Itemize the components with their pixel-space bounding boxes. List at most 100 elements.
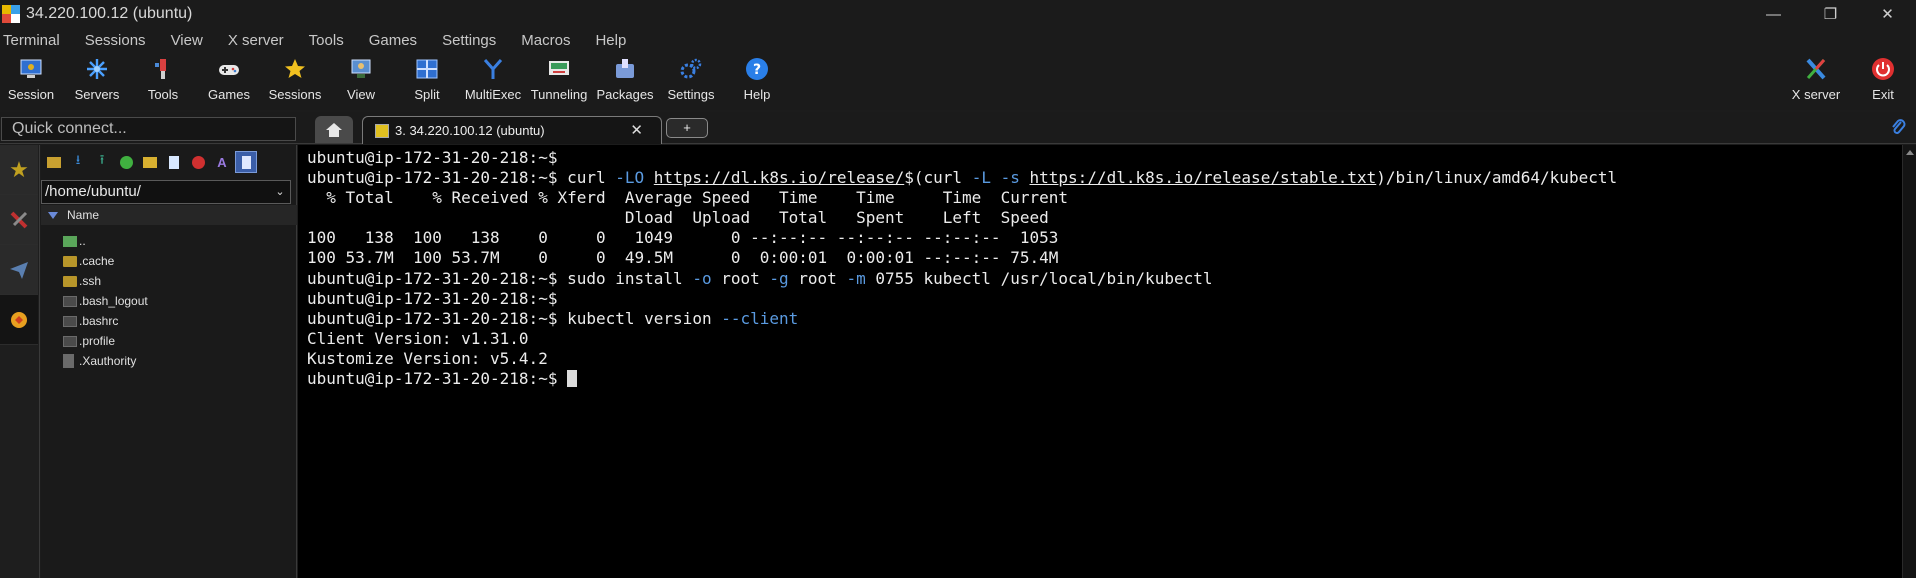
command-option: -s bbox=[1000, 168, 1020, 188]
command-option: -L bbox=[971, 168, 991, 188]
tools-button[interactable]: Tools bbox=[130, 56, 196, 102]
home-tab[interactable] bbox=[315, 116, 353, 143]
delete-button[interactable] bbox=[187, 151, 209, 173]
command-text: )/bin/linux/amd64/kubectl bbox=[1376, 168, 1618, 188]
games-icon bbox=[216, 56, 242, 82]
sessions-button[interactable]: Sessions bbox=[262, 56, 328, 102]
list-item[interactable]: .profile bbox=[41, 331, 297, 351]
menu-help[interactable]: Help bbox=[592, 32, 636, 49]
file-name: .bashrc bbox=[79, 314, 119, 328]
tunneling-label: Tunneling bbox=[530, 87, 588, 102]
split-button[interactable]: Split bbox=[394, 56, 460, 102]
games-button[interactable]: Games bbox=[196, 56, 262, 102]
shell-prompt: ubuntu@ip-172-31-20-218:~$ bbox=[307, 288, 558, 308]
output-text: Client Version: v1.31.0 bbox=[307, 328, 529, 348]
split-icon bbox=[414, 56, 440, 82]
menu-settings[interactable]: Settings bbox=[439, 32, 506, 49]
sftp-browser: ⭳ ⭱ A /home/ubuntu/ ⌄ Name .. .cache .ss… bbox=[41, 145, 297, 578]
command-text: root bbox=[788, 268, 847, 288]
minimize-button[interactable]: — bbox=[1745, 0, 1802, 28]
sftp-sidebar-tab[interactable] bbox=[0, 295, 38, 345]
command-url[interactable]: https://dl.k8s.io/release/stable.txt bbox=[1030, 168, 1377, 187]
multiexec-button[interactable]: MultiExec bbox=[460, 56, 526, 102]
name-column-header[interactable]: Name bbox=[41, 205, 297, 225]
list-item[interactable]: .bash_logout bbox=[41, 291, 297, 311]
help-button[interactable]: ? Help bbox=[724, 56, 790, 102]
terminal-line: Client Version: v1.31.0 bbox=[307, 329, 1902, 349]
packages-label: Packages bbox=[596, 87, 654, 102]
macros-sidebar-tab[interactable] bbox=[0, 245, 38, 295]
menu-macros[interactable]: Macros bbox=[518, 32, 580, 49]
list-item[interactable]: .Xauthority bbox=[41, 351, 297, 371]
exit-button[interactable]: Exit bbox=[1850, 56, 1916, 102]
path-field[interactable]: /home/ubuntu/ ⌄ bbox=[41, 180, 291, 204]
terminal-scrollbar[interactable] bbox=[1902, 145, 1916, 578]
new-folder-icon bbox=[143, 156, 157, 168]
follow-terminal-button[interactable] bbox=[235, 151, 257, 173]
view-button[interactable]: View bbox=[328, 56, 394, 102]
session-tab-label: 3. 34.220.100.12 (ubuntu) bbox=[395, 123, 545, 138]
chevron-down-icon[interactable]: ⌄ bbox=[272, 183, 288, 201]
rename-button[interactable]: A bbox=[211, 151, 233, 173]
output-text: 100 53.7M 100 53.7M 0 0 49.5M 0 0:00:01 … bbox=[307, 248, 1059, 268]
window-controls: — ❐ ✕ bbox=[1745, 0, 1916, 28]
upload-icon: ⭱ bbox=[99, 152, 105, 167]
restore-button[interactable]: ❐ bbox=[1802, 0, 1859, 28]
attachment-icon[interactable] bbox=[1890, 118, 1906, 141]
terminal-line: ubuntu@ip-172-31-20-218:~$ bbox=[307, 148, 1902, 168]
command-text bbox=[991, 168, 1001, 187]
list-item[interactable]: .. bbox=[41, 231, 297, 251]
terminal-line: ubuntu@ip-172-31-20-218:~$ bbox=[307, 289, 1902, 309]
session-button[interactable]: Session bbox=[0, 56, 64, 102]
file-icon bbox=[63, 335, 77, 347]
quick-connect-input[interactable]: Quick connect... bbox=[1, 117, 296, 141]
folder-icon bbox=[63, 275, 77, 287]
mobaxterm-logo-icon bbox=[2, 5, 20, 23]
menu-view[interactable]: View bbox=[168, 32, 213, 49]
folder-up-icon bbox=[47, 156, 61, 168]
exit-label: Exit bbox=[1872, 87, 1894, 102]
new-folder-button[interactable] bbox=[139, 151, 161, 173]
parent-folder-button[interactable] bbox=[43, 151, 65, 173]
file-name: .Xauthority bbox=[79, 354, 137, 368]
output-text: 100 138 100 138 0 0 1049 0 --:--:-- --:-… bbox=[307, 228, 1059, 248]
new-file-button[interactable] bbox=[163, 151, 185, 173]
tools-sidebar-tab[interactable] bbox=[0, 195, 38, 245]
download-button[interactable]: ⭳ bbox=[67, 151, 89, 173]
menu-x-server[interactable]: X server bbox=[225, 32, 294, 49]
shell-prompt: ubuntu@ip-172-31-20-218:~$ bbox=[307, 168, 558, 188]
star-icon bbox=[282, 56, 308, 82]
list-item[interactable]: .ssh bbox=[41, 271, 297, 291]
list-item[interactable]: .cache bbox=[41, 251, 297, 271]
servers-button[interactable]: Servers bbox=[64, 56, 130, 102]
tunneling-button[interactable]: Tunneling bbox=[526, 56, 592, 102]
tab-bar: Quick connect... 3. 34.220.100.12 (ubunt… bbox=[0, 112, 1916, 144]
parent-folder-icon bbox=[63, 235, 77, 247]
settings-button[interactable]: Settings bbox=[658, 56, 724, 102]
delete-icon bbox=[191, 155, 205, 169]
command-option: -m bbox=[846, 268, 866, 288]
close-tab-icon[interactable]: ✕ bbox=[630, 121, 643, 139]
command-text: sudo install bbox=[557, 268, 693, 288]
help-label: Help bbox=[743, 87, 771, 102]
menu-games[interactable]: Games bbox=[366, 32, 427, 49]
refresh-button[interactable] bbox=[115, 151, 137, 173]
terminal-output[interactable]: ubuntu@ip-172-31-20-218:~$ ubuntu@ip-172-… bbox=[298, 145, 1902, 578]
menu-terminal[interactable]: Terminal bbox=[0, 32, 70, 49]
close-window-button[interactable]: ✕ bbox=[1859, 0, 1916, 28]
sftp-toolbar: ⭳ ⭱ A bbox=[41, 149, 297, 175]
new-tab-button[interactable]: + bbox=[666, 118, 708, 138]
upload-button[interactable]: ⭱ bbox=[91, 151, 113, 173]
sessions-sidebar-tab[interactable]: ★ bbox=[0, 145, 38, 195]
packages-button[interactable]: Packages bbox=[592, 56, 658, 102]
folder-icon bbox=[63, 255, 77, 267]
session-tab[interactable]: 3. 34.220.100.12 (ubuntu) ✕ bbox=[362, 116, 662, 144]
list-item[interactable]: .bashrc bbox=[41, 311, 297, 331]
terminal-line: Kustomize Version: v5.4.2 bbox=[307, 349, 1902, 369]
x-server-button[interactable]: X server bbox=[1783, 56, 1849, 102]
menu-sessions[interactable]: Sessions bbox=[82, 32, 156, 49]
tools-label: Tools bbox=[147, 87, 179, 102]
menu-tools[interactable]: Tools bbox=[306, 32, 354, 49]
command-text: $(curl bbox=[904, 168, 972, 188]
command-url[interactable]: https://dl.k8s.io/release/ bbox=[654, 168, 904, 187]
